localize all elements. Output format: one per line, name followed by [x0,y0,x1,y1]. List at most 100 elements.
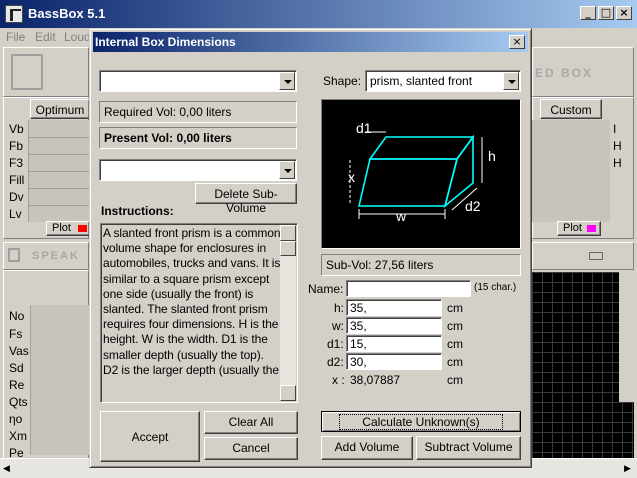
w-input[interactable]: 35, [346,317,442,334]
param-fill: Fill [9,173,25,187]
main-title-bar: BassBox 5.1 _ □ × [0,0,637,28]
d2-field-label: d2: [327,355,344,369]
param-no: No [9,309,25,323]
grid-line [28,154,90,155]
param-lv: Lv [9,207,22,221]
prism-top-face [368,136,475,160]
subtract-volume-button[interactable]: Subtract Volume [416,436,521,460]
grid-line [28,137,90,138]
app-icon [5,5,23,23]
prism-front-face [357,158,459,207]
d1-label: d1 [356,120,372,136]
param-qts: Qts [9,395,28,409]
main-window-title: BassBox 5.1 [28,6,106,21]
dialog-title-bar: Internal Box Dimensions × [93,32,528,52]
right-tool-strip [532,242,634,270]
right-scrollbar[interactable] [619,272,635,402]
param-re: Re [9,378,25,392]
param-fb: Fb [9,139,24,153]
dialog-title: Internal Box Dimensions [95,35,236,49]
scroll-up-arrow[interactable] [280,225,296,241]
chevron-down-icon[interactable] [503,72,519,90]
d2-label: d2 [465,198,481,214]
delete-sub-volume-button[interactable]: Delete Sub-Volume [195,183,297,215]
menu-edit[interactable]: Edit [35,30,56,44]
plot-color-swatch-right [587,225,596,232]
scroll-left-arrow[interactable]: ◀ [3,463,10,474]
d1-input[interactable]: 15, [346,335,442,352]
cancel-button[interactable]: Cancel [204,437,298,460]
w-field-label: w: [332,319,344,333]
right-param-label: I [613,122,617,136]
d2-unit: cm [447,355,463,369]
d2-input[interactable]: 30, [346,353,442,370]
d1-field-label: d1: [327,337,344,351]
internal-box-dimensions-dialog: Internal Box Dimensions × Required Vol: … [89,28,532,468]
scroll-thumb[interactable] [280,241,296,256]
param-dv: Dv [9,190,24,204]
w-unit: cm [447,319,463,333]
optimum-button[interactable]: Optimum [30,99,90,119]
scroll-right-arrow[interactable]: ▶ [624,463,631,474]
chevron-down-icon[interactable] [279,72,295,90]
grid-line [28,205,90,206]
grid-line [28,188,90,189]
name-hint: (15 char.) [474,282,517,293]
h-input[interactable]: 35, [346,299,442,316]
close-window-button[interactable]: × [616,6,632,20]
param-fs: Fs [9,327,23,341]
calculate-unknowns-button[interactable]: Calculate Unknown(s) [321,411,521,432]
required-vol-display: Required Vol: 0,00 liters [99,101,297,123]
menu-loud[interactable]: Loud [64,30,91,44]
right-params-grid [532,120,610,222]
main-logo-panel [3,47,89,97]
instructions-textbox[interactable]: A slanted front prism is a common volume… [100,223,298,403]
minimize-button[interactable]: _ [580,6,596,20]
right-param-label: H [613,139,622,153]
plot-color-swatch [78,225,87,232]
maximize-button[interactable]: □ [598,6,614,20]
shape-label: Shape: [323,74,362,88]
speaker-params-grid [30,305,90,455]
grid-line [28,171,90,172]
box-logo-icon [11,54,43,90]
x-value: 38,07887 [350,373,401,387]
clear-all-button[interactable]: Clear All [204,411,298,434]
h-unit: cm [447,301,463,315]
w-label: w [395,208,407,224]
slanted-prism-diagram: d1 h x w d2 [348,120,496,224]
param-xm: Xm [9,429,27,443]
scroll-down-arrow[interactable] [280,385,296,401]
chevron-down-icon[interactable] [279,161,295,179]
instructions-scrollbar[interactable] [280,225,296,401]
x-label: x [348,169,355,185]
param-vb: Vb [9,122,24,136]
shape-diagram: d1 h x w d2 [321,99,521,249]
param-eta: ηo [9,412,23,426]
instructions-label: Instructions: [101,204,174,218]
instructions-text: A slanted front prism is a common volume… [103,226,281,377]
dialog-close-button[interactable]: × [509,35,525,49]
param-f3: F3 [9,156,24,170]
car-icon[interactable] [589,252,603,260]
volume-select[interactable] [99,70,297,92]
custom-button[interactable]: Custom [540,99,602,119]
accept-button[interactable]: Accept [100,411,200,462]
name-input[interactable] [346,280,471,297]
speaker-logo-icon [8,248,20,262]
sub-vol-display: Sub-Vol: 27,56 liters [321,254,521,276]
shape-select[interactable]: prism, slanted front [365,70,521,92]
x-field-label: x : [332,373,345,387]
x-unit: cm [447,373,463,387]
menu-file[interactable]: File [6,30,25,44]
h-label: h [488,148,496,164]
add-volume-button[interactable]: Add Volume [321,436,413,460]
sub-volume-select[interactable] [99,159,297,181]
speaker-banner: SPEAK [3,242,89,270]
right-param-label: H [613,156,622,170]
param-vas: Vas [9,344,29,358]
present-vol-display: Present Vol: 0,00 liters [99,127,297,149]
right-banner: ED BOX [532,47,634,97]
name-label: Name: [308,282,344,296]
h-field-label: h: [334,301,345,315]
